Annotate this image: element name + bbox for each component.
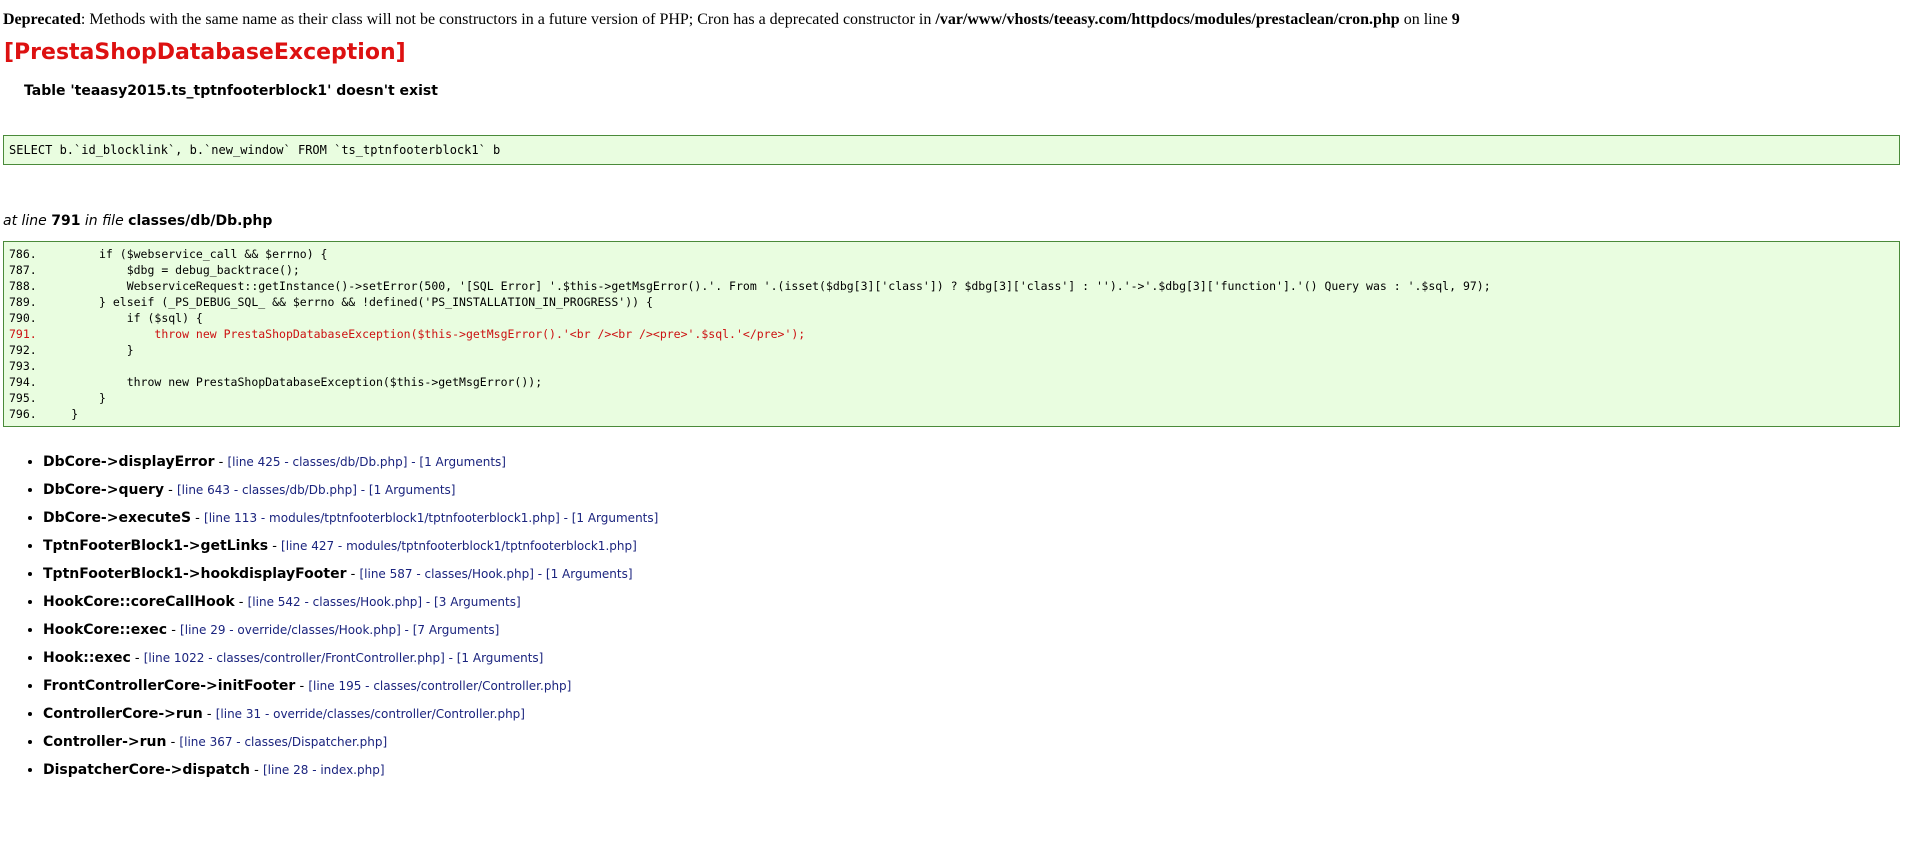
- trace-separator: -: [130, 651, 144, 666]
- error-line-number: 791: [51, 213, 81, 229]
- trace-location: [line 643 - classes/db/Db.php] - [1 Argu…: [176, 483, 456, 497]
- code-line: 795. }: [9, 391, 106, 405]
- deprecated-message: : Methods with the same name as their cl…: [80, 11, 936, 28]
- trace-location: [line 113 - modules/tptnfooterblock1/tpt…: [204, 511, 659, 525]
- error-file: classes/db/Db.php: [128, 213, 273, 229]
- code-line-highlighted: 791. throw new PrestaShopDatabaseExcepti…: [9, 327, 806, 341]
- trace-item: TptnFooterBlock1->hookdisplayFooter - [l…: [43, 565, 1907, 584]
- trace-item: DbCore->query - [line 643 - classes/db/D…: [43, 481, 1907, 500]
- trace-function: Controller->run: [43, 734, 167, 750]
- trace-separator: -: [250, 763, 263, 778]
- trace-item: DbCore->executeS - [line 113 - modules/t…: [43, 509, 1907, 528]
- trace-separator: -: [166, 735, 180, 750]
- code-line: 788. WebserviceRequest::getInstance()->s…: [9, 279, 1491, 293]
- trace-location: [line 28 - index.php]: [262, 763, 385, 777]
- at-line-label: at line: [3, 213, 52, 229]
- trace-item: Hook::exec - [line 1022 - classes/contro…: [43, 649, 1907, 668]
- trace-separator: -: [191, 511, 205, 526]
- trace-function: HookCore::exec: [43, 622, 168, 638]
- deprecated-notice: Deprecated: Methods with the same name a…: [0, 0, 1907, 30]
- trace-separator: -: [167, 623, 181, 638]
- trace-item: ControllerCore->run - [line 31 - overrid…: [43, 705, 1907, 724]
- trace-location: [line 425 - classes/db/Db.php] - [1 Argu…: [227, 455, 506, 469]
- trace-function: TptnFooterBlock1->getLinks: [43, 538, 269, 554]
- code-line: 796. }: [9, 407, 79, 421]
- trace-function: DbCore->executeS: [43, 510, 192, 526]
- code-line: 786. if ($webservice_call && $errno) {: [9, 247, 328, 261]
- code-line: 790. if ($sql) {: [9, 311, 203, 325]
- deprecated-on-line: on line: [1399, 11, 1452, 28]
- trace-function: DbCore->query: [43, 482, 164, 498]
- trace-separator: -: [202, 707, 216, 722]
- trace-location: [line 195 - classes/controller/Controlle…: [308, 679, 572, 693]
- trace-location: [line 31 - override/classes/controller/C…: [215, 707, 525, 721]
- code-line: 794. throw new PrestaShopDatabaseExcepti…: [9, 375, 543, 389]
- trace-function: TptnFooterBlock1->hookdisplayFooter: [43, 566, 347, 582]
- trace-location: [line 587 - classes/Hook.php] - [1 Argum…: [359, 567, 633, 581]
- trace-function: FrontControllerCore->initFooter: [43, 678, 296, 694]
- code-excerpt: 786. if ($webservice_call && $errno) { 78…: [3, 241, 1900, 427]
- trace-location: [line 29 - override/classes/Hook.php] - …: [180, 623, 500, 637]
- code-line: 789. } elseif (_PS_DEBUG_SQL_ && $errno …: [9, 295, 653, 309]
- trace-item: HookCore::exec - [line 29 - override/cla…: [43, 621, 1907, 640]
- in-file-label: in file: [80, 213, 129, 229]
- code-line: 787. $dbg = debug_backtrace();: [9, 263, 300, 277]
- code-line: 793.: [9, 359, 37, 373]
- error-location: at line 791 in file classes/db/Db.php: [3, 213, 1907, 229]
- trace-function: ControllerCore->run: [43, 706, 203, 722]
- trace-separator: -: [268, 539, 282, 554]
- trace-separator: -: [234, 595, 248, 610]
- trace-function: DbCore->displayError: [43, 454, 215, 470]
- trace-item: HookCore::coreCallHook - [line 542 - cla…: [43, 593, 1907, 612]
- trace-item: DispatcherCore->dispatch - [line 28 - in…: [43, 761, 1907, 780]
- exception-title: [PrestaShopDatabaseException]: [4, 40, 406, 65]
- trace-item: FrontControllerCore->initFooter - [line …: [43, 677, 1907, 696]
- trace-location: [line 427 - modules/tptnfooterblock1/tpt…: [281, 539, 637, 553]
- trace-separator: -: [346, 567, 360, 582]
- sql-query-box: SELECT b.`id_blocklink`, b.`new_window` …: [3, 135, 1900, 165]
- trace-function: HookCore::coreCallHook: [43, 594, 235, 610]
- trace-separator: -: [164, 483, 177, 498]
- trace-separator: -: [214, 455, 228, 470]
- trace-item: TptnFooterBlock1->getLinks - [line 427 -…: [43, 537, 1907, 556]
- trace-location: [line 542 - classes/Hook.php] - [3 Argum…: [247, 595, 521, 609]
- trace-separator: -: [295, 679, 309, 694]
- code-line: 792. }: [9, 343, 134, 357]
- deprecated-line-number: 9: [1451, 11, 1460, 28]
- deprecated-path: /var/www/vhosts/teeasy.com/httpdocs/modu…: [935, 11, 1400, 28]
- exception-message: Table 'teaasy2015.ts_tptnfooterblock1' d…: [24, 83, 438, 99]
- trace-function: DispatcherCore->dispatch: [43, 762, 250, 778]
- trace-location: [line 367 - classes/Dispatcher.php]: [179, 735, 388, 749]
- trace-item: Controller->run - [line 367 - classes/Di…: [43, 733, 1907, 752]
- trace-item: DbCore->displayError - [line 425 - class…: [43, 453, 1907, 472]
- stack-trace: DbCore->displayError - [line 425 - class…: [0, 453, 1907, 780]
- trace-location: [line 1022 - classes/controller/FrontCon…: [143, 651, 544, 665]
- trace-function: Hook::exec: [43, 650, 131, 666]
- deprecated-label: Deprecated: [3, 11, 81, 28]
